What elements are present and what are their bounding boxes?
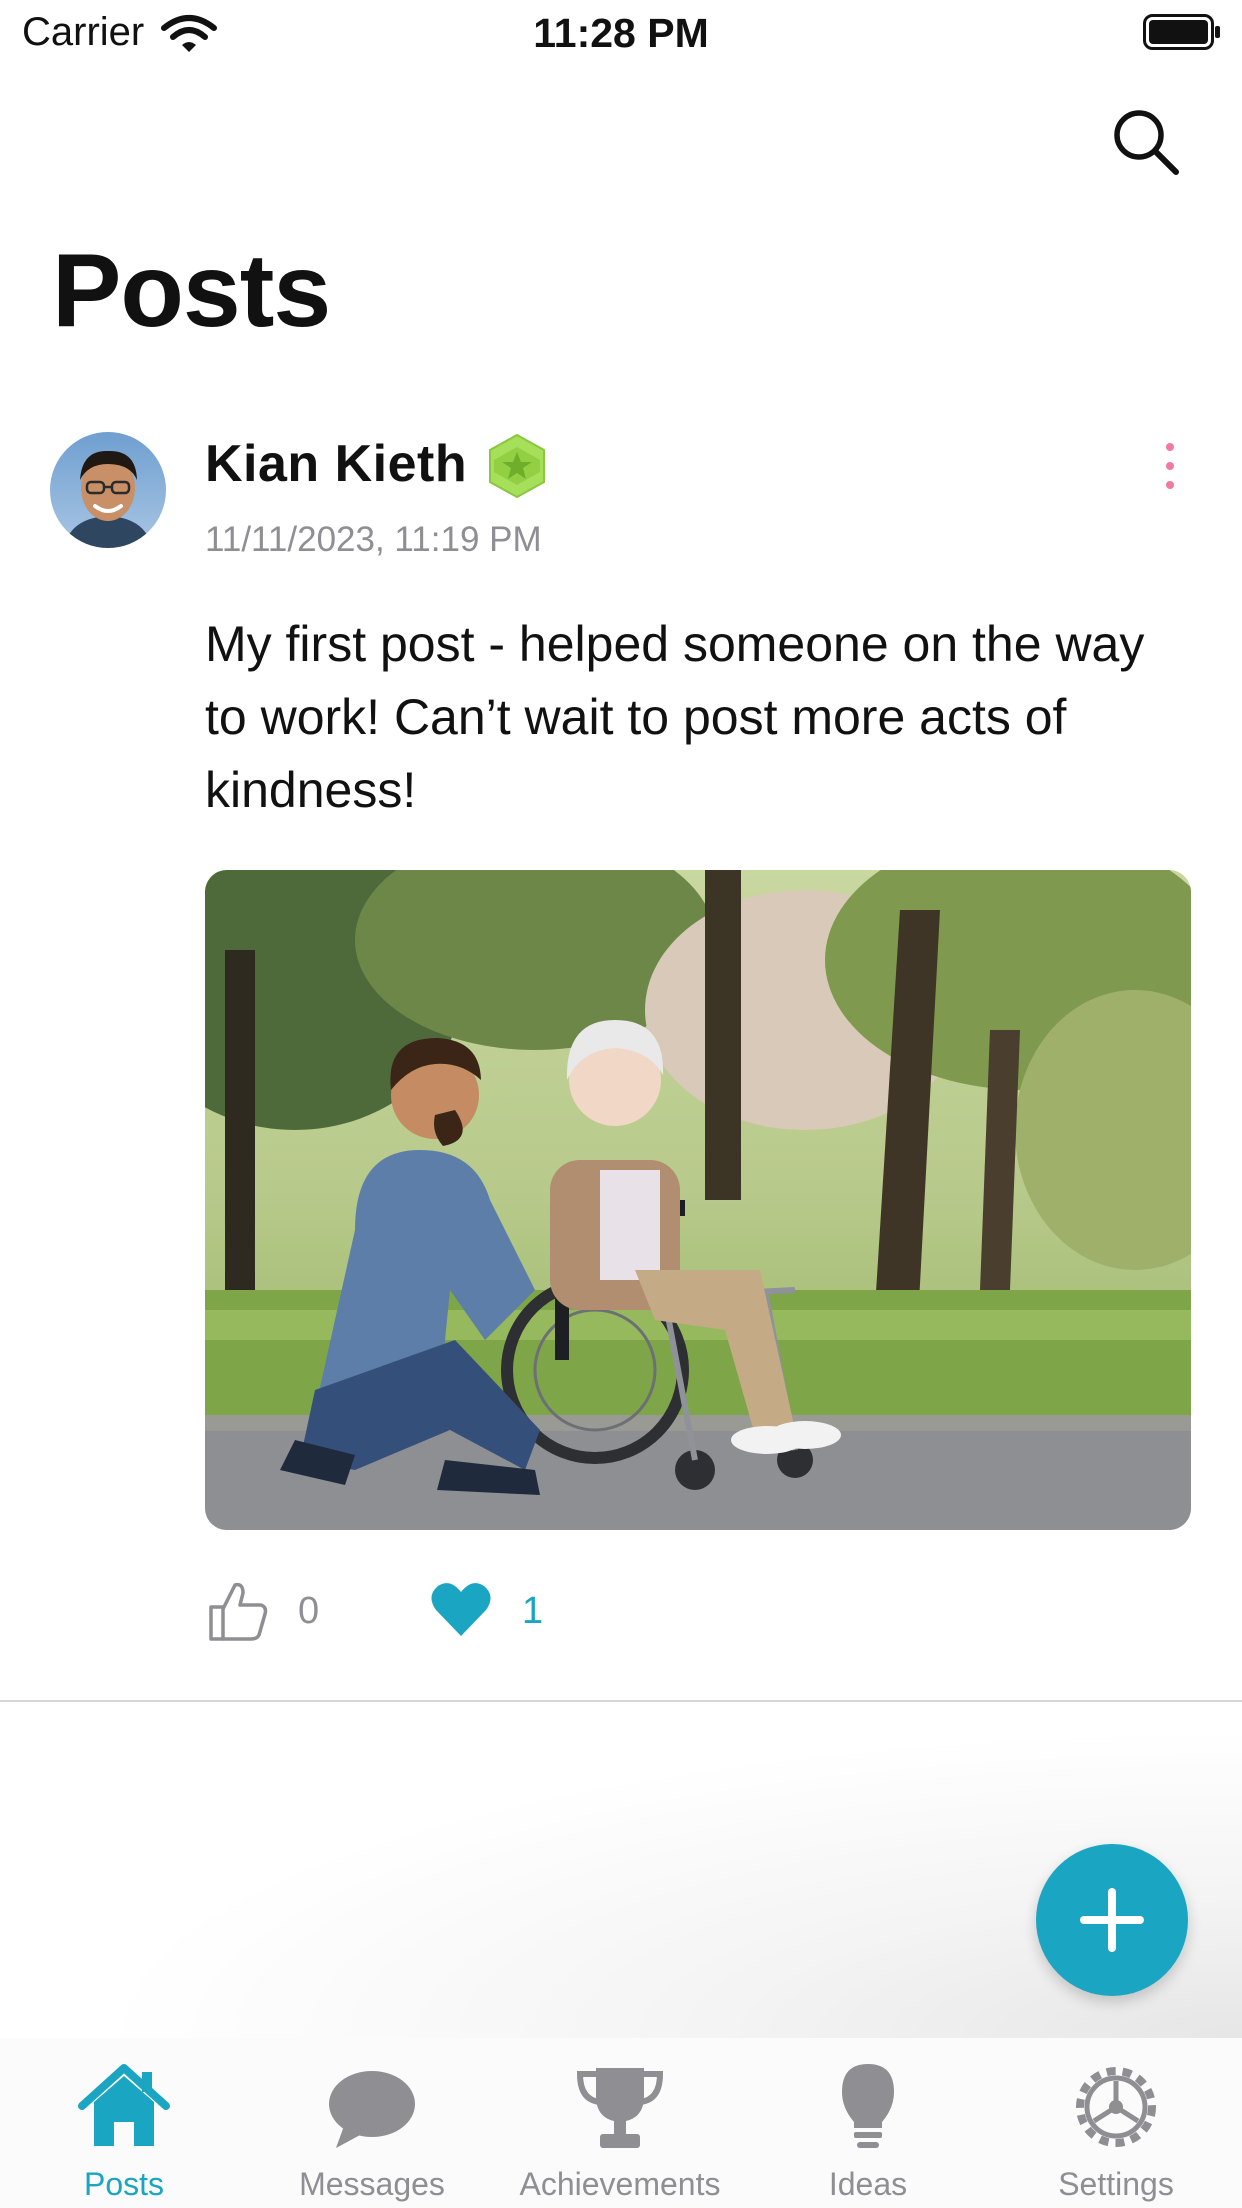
search-button[interactable] [1108,104,1184,180]
heart-icon [431,1583,491,1636]
page-title: Posts [52,233,331,349]
like-count: 0 [298,1590,320,1632]
home-icon [78,2064,170,2146]
chat-bubble-icon [329,2071,415,2148]
more-vertical-icon [1166,443,1174,489]
gear-icon [1076,2067,1156,2147]
tab-bar: Posts Messages Achievements Ideas Settin… [0,2038,1242,2208]
post-photo-illustration [205,870,1191,1530]
post-body-text: My first post - helped someone on the wa… [205,616,1145,818]
thumbs-up-icon [209,1582,268,1641]
tab-label: Messages [299,2166,445,2202]
tab-achievements[interactable]: Achievements [496,2038,744,2208]
heart-button[interactable] [430,1580,492,1638]
post-author-name[interactable]: Kian Kieth [205,434,467,494]
tab-ideas[interactable]: Ideas [744,2038,992,2208]
tab-label: Achievements [519,2166,721,2202]
tab-label: Posts [83,2166,165,2202]
tab-posts[interactable]: Posts [0,2038,248,2208]
post-timestamp: 11/11/2023, 11:19 PM [205,520,542,559]
heart-count: 1 [522,1590,544,1632]
new-post-button[interactable] [1036,1844,1188,1996]
lightbulb-icon [842,2064,894,2148]
tab-settings[interactable]: Settings [992,2038,1240,2208]
post-photo[interactable] [205,870,1191,1530]
post-more-button[interactable] [1150,440,1190,492]
plus-icon [1080,1888,1144,1952]
status-bar: Carrier 11:28 PM [0,0,1242,70]
battery-icon [1143,14,1220,50]
avatar-image [50,432,166,548]
tab-label: Settings [1058,2166,1174,2202]
avatar[interactable] [50,432,166,548]
tab-messages[interactable]: Messages [248,2038,496,2208]
status-time: 11:28 PM [533,10,709,56]
like-button[interactable] [205,1577,271,1643]
search-icon [1114,110,1179,175]
trophy-icon [576,2068,664,2148]
tab-label: Ideas [828,2166,908,2202]
star-hexagon-badge-icon [489,433,545,499]
